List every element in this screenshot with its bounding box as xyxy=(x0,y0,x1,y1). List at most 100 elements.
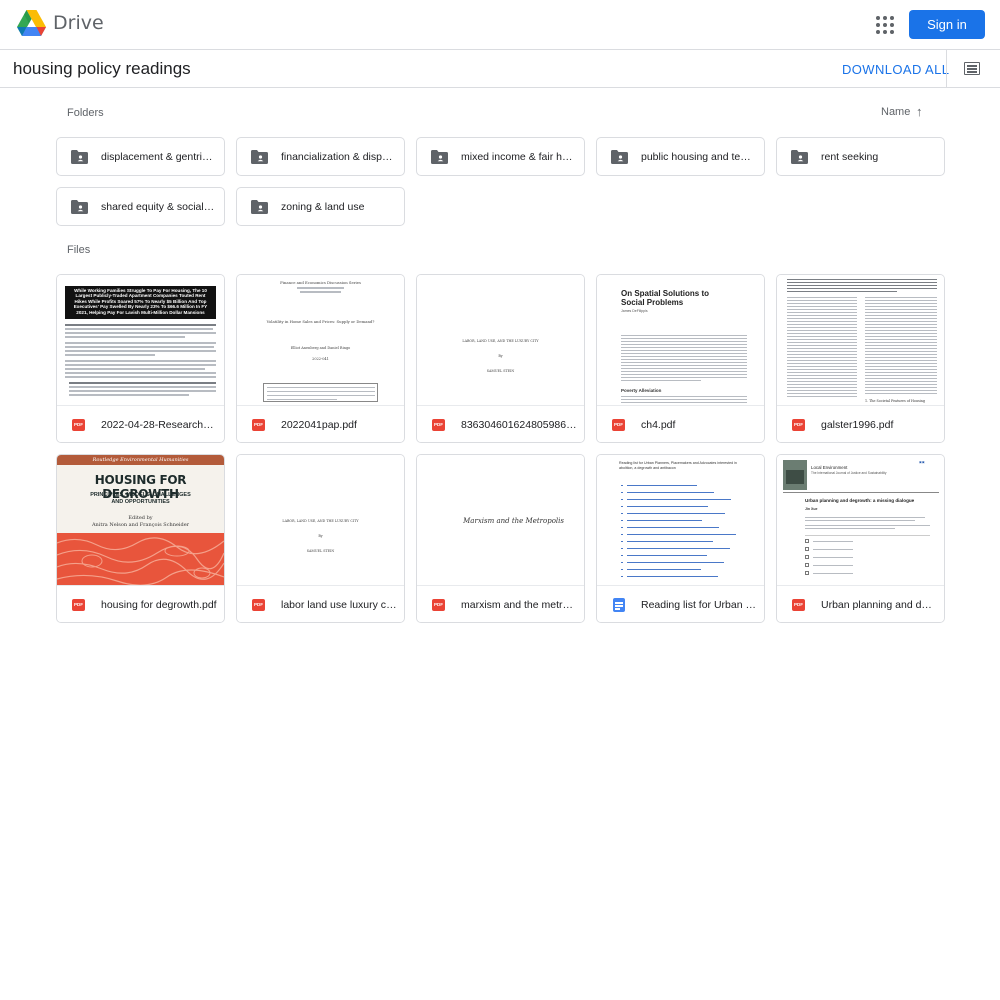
file-footer: PDF galster1996.pdf xyxy=(777,405,944,442)
text-line xyxy=(865,378,937,379)
file-footer: PDF Urban planning and degrowth.pdf xyxy=(777,585,944,622)
file-card[interactable]: Marxism and the Metropolis PDF marxism a… xyxy=(416,454,585,623)
text-line xyxy=(787,384,857,385)
article-title: Urban planning and degrowth: a missing d… xyxy=(805,498,915,503)
disclaimer-box xyxy=(263,383,378,402)
text-line xyxy=(621,506,623,507)
text-line xyxy=(627,506,708,507)
text-line xyxy=(627,576,718,577)
labor-author: SAMUEL STEIN xyxy=(486,369,515,373)
link-row-icon xyxy=(805,571,809,575)
file-footer: PDF ch4.pdf xyxy=(597,405,764,442)
text-line xyxy=(787,330,857,331)
degrowth-edited: Edited by xyxy=(128,515,153,521)
folder-chip[interactable]: public housing and tenancy xyxy=(596,137,765,176)
marxism-title: Marxism and the Metropolis xyxy=(463,517,564,525)
file-card[interactable]: 1. The Societal Features of Housing PDF … xyxy=(776,274,945,443)
file-thumbnail: Routledge Environmental Humanities HOUSI… xyxy=(57,455,224,585)
file-card[interactable]: Finance and Economics Discussion Series … xyxy=(236,274,405,443)
file-name: Reading list for Urban Planning xyxy=(641,599,757,611)
text-line xyxy=(865,327,937,328)
labor-by: By xyxy=(498,354,503,358)
text-line xyxy=(787,354,857,355)
journal-name: Local Environment xyxy=(811,465,848,470)
apps-grid-icon[interactable] xyxy=(876,16,894,34)
text-line xyxy=(865,324,937,325)
folder-chip[interactable]: zoning & land use xyxy=(236,187,405,226)
file-card[interactable]: On Spatial Solutions to Social Problems … xyxy=(596,274,765,443)
list-view-icon[interactable] xyxy=(964,62,980,75)
text-line xyxy=(865,384,937,385)
text-line xyxy=(865,333,937,334)
folder-name: shared equity & social housing xyxy=(101,201,215,213)
folder-name: mixed income & fair housing xyxy=(461,151,575,163)
file-thumbnail: Local Environment The International Jour… xyxy=(777,455,944,585)
sort-arrow-up-icon[interactable]: ↑ xyxy=(916,104,923,119)
text-line xyxy=(627,534,736,535)
text-line xyxy=(813,549,853,550)
file-card[interactable]: While Working Families Struggle To Pay F… xyxy=(56,274,225,443)
file-footer: PDF 836304601624805986.pdf xyxy=(417,405,584,442)
text-line xyxy=(621,569,623,570)
text-line xyxy=(865,330,937,331)
text-line xyxy=(787,315,857,316)
text-line xyxy=(865,315,937,316)
file-card[interactable]: LABOR, LAND USE, AND THE LUXURY CITY By … xyxy=(416,274,585,443)
labor-author: SAMUEL STEIN xyxy=(306,549,335,553)
folder-chip[interactable]: displacement & gentrification xyxy=(56,137,225,176)
text-line xyxy=(865,351,937,352)
file-name: labor land use luxury city.pdf xyxy=(281,599,397,611)
text-line xyxy=(787,327,857,328)
text-line xyxy=(787,336,857,337)
text-line xyxy=(787,312,857,313)
publisher-logo: ▣▣ xyxy=(919,460,925,464)
google-doc-icon xyxy=(613,598,625,612)
text-line xyxy=(865,342,937,343)
file-card[interactable]: Routledge Environmental Humanities HOUSI… xyxy=(56,454,225,623)
text-line xyxy=(787,387,857,388)
pdf-icon: PDF xyxy=(72,599,85,611)
folder-chip[interactable]: financialization & dispossession xyxy=(236,137,405,176)
ch4-section: Poverty Alleviation xyxy=(621,388,662,393)
download-all-button[interactable]: DOWNLOAD ALL xyxy=(842,62,949,77)
drive-logo-icon[interactable] xyxy=(17,10,46,37)
text-line xyxy=(627,562,724,563)
shared-folder-icon xyxy=(71,150,88,164)
report-banner: While Working Families Struggle To Pay F… xyxy=(65,286,216,319)
pdf-icon: PDF xyxy=(612,419,625,431)
text-line xyxy=(865,345,937,346)
text-line xyxy=(627,527,719,528)
text-line xyxy=(627,520,702,521)
text-line xyxy=(787,366,857,367)
file-footer: PDF marxism and the metropolis.pdf xyxy=(417,585,584,622)
file-card[interactable]: LABOR, LAND USE, AND THE LUXURY CITY By … xyxy=(236,454,405,623)
app-brand[interactable]: Drive xyxy=(53,12,104,34)
file-thumbnail: Marxism and the Metropolis xyxy=(417,455,584,585)
file-card[interactable]: Reading list for Urban Planners, Placema… xyxy=(596,454,765,623)
text-line xyxy=(787,309,857,310)
file-thumbnail: While Working Families Struggle To Pay F… xyxy=(57,275,224,405)
file-footer: Reading list for Urban Planning xyxy=(597,585,764,622)
paper-title: Volatility in Home Sales and Prices: Sup… xyxy=(266,319,375,324)
text-line xyxy=(627,555,707,556)
file-thumbnail: 1. The Societal Features of Housing xyxy=(777,275,944,405)
folder-chip[interactable]: rent seeking xyxy=(776,137,945,176)
text-line xyxy=(621,541,623,542)
text-line xyxy=(865,381,937,382)
text-line xyxy=(787,300,857,301)
paper-series: Finance and Economics Discussion Series xyxy=(280,280,361,285)
sign-in-button[interactable]: Sign in xyxy=(909,10,985,39)
text-line xyxy=(627,541,713,542)
text-line xyxy=(621,527,623,528)
sort-by-name-button[interactable]: Name xyxy=(881,106,910,118)
journal-cover xyxy=(783,460,807,490)
folder-name: rent seeking xyxy=(821,151,879,163)
degrowth-pattern xyxy=(57,533,224,585)
file-card[interactable]: Local Environment The International Jour… xyxy=(776,454,945,623)
folder-chip[interactable]: mixed income & fair housing xyxy=(416,137,585,176)
text-line xyxy=(621,499,623,500)
folder-chip[interactable]: shared equity & social housing xyxy=(56,187,225,226)
degrowth-editors: Anitra Nelson and François Schneider xyxy=(91,522,190,528)
text-line xyxy=(621,513,623,514)
shared-folder-icon xyxy=(251,200,268,214)
